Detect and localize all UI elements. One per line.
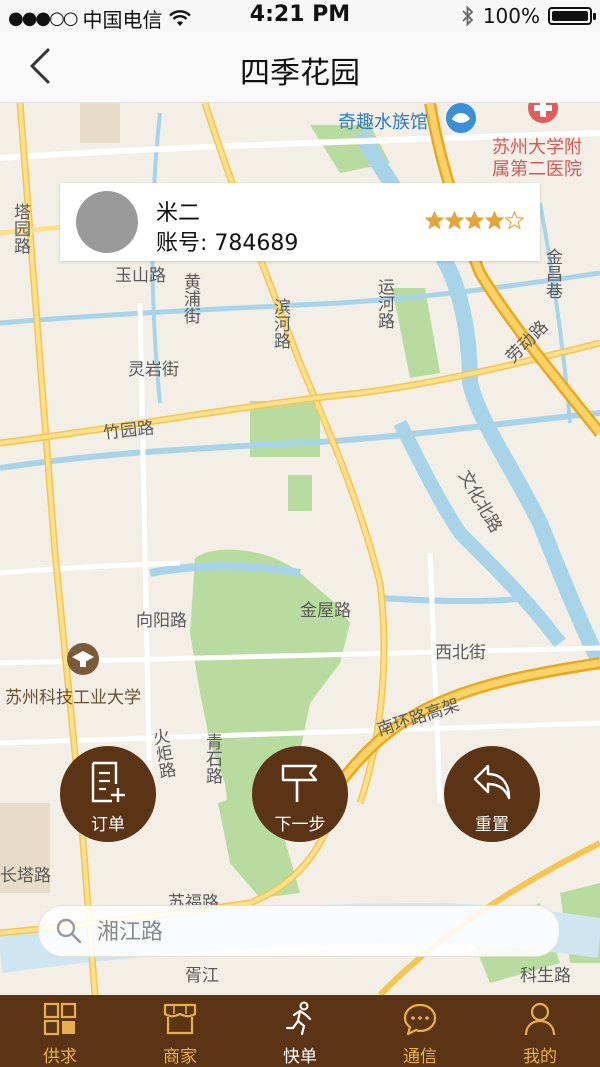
page-title: 四季花园 <box>240 56 360 91</box>
star-filled-icon <box>465 211 484 230</box>
rating-stars <box>425 211 524 230</box>
runner-icon <box>285 1001 312 1036</box>
grid-icon <box>43 1002 77 1036</box>
map-label-university: 苏州科技工业大学 <box>5 688 141 708</box>
tab-messages[interactable]: 通信 <box>360 995 480 1067</box>
search-bar[interactable] <box>38 905 560 957</box>
status-right: 100% <box>461 4 596 28</box>
next-step-label: 下一步 <box>274 815 326 835</box>
tab-label-merchants: 商家 <box>163 1047 197 1067</box>
map-label-yushan: 玉山路 <box>115 266 166 286</box>
tab-quick-order[interactable]: 快单 <box>240 995 360 1067</box>
user-card[interactable]: 米二 账号: 784689 <box>60 183 540 261</box>
battery-icon <box>548 7 596 25</box>
tab-bar: 供求 商家 快单 通信 我的 <box>0 995 600 1067</box>
map-label-jinwu: 金屋路 <box>300 601 351 621</box>
tab-label-quick-order: 快单 <box>283 1047 317 1067</box>
map-label-yunhe: 运河路 <box>374 278 394 329</box>
map-label-taoyuan: 塔园路 <box>10 203 30 254</box>
battery-percent: 100% <box>482 4 540 28</box>
star-filled-icon <box>485 211 504 230</box>
map-label-changta: 长塔路 <box>0 866 51 886</box>
next-step-button[interactable]: 下一步 <box>252 746 348 842</box>
account-number: 784689 <box>214 231 299 256</box>
reset-button[interactable]: 重置 <box>444 746 540 842</box>
map-label-binhe: 滨河路 <box>270 298 290 349</box>
tab-merchants[interactable]: 商家 <box>120 995 240 1067</box>
map-label-xujiang: 胥江 <box>185 966 219 986</box>
signpost-icon <box>281 764 318 802</box>
star-filled-icon <box>425 211 444 230</box>
map-label-aquarium: 奇趣水族馆 <box>338 112 428 133</box>
search-icon <box>56 918 82 944</box>
search-input[interactable] <box>95 914 539 950</box>
bluetooth-icon <box>462 5 474 27</box>
map-label-jinji: 金昌巷 <box>542 248 562 299</box>
person-icon <box>524 1002 556 1036</box>
tab-label-supply-demand: 供求 <box>43 1047 77 1067</box>
order-label: 订单 <box>91 815 125 835</box>
undo-icon <box>473 764 511 800</box>
status-bar: ●●●○○ 中国电信 4:21 PM 100% <box>0 0 600 32</box>
order-button[interactable]: 订单 <box>60 746 156 842</box>
map-label-xibei: 西北街 <box>435 643 486 663</box>
account-label: 账号: <box>156 231 208 256</box>
map-label-qingshi: 青石路 <box>202 733 222 784</box>
store-icon <box>163 1003 197 1035</box>
map-label-huangpu: 黄浦街 <box>180 273 200 324</box>
tab-label-mine: 我的 <box>523 1047 557 1067</box>
reset-label: 重置 <box>475 815 509 835</box>
map-label-lingyan: 灵岩街 <box>128 360 179 380</box>
tab-mine[interactable]: 我的 <box>480 995 600 1067</box>
chat-icon <box>403 1003 437 1036</box>
nav-bar: 四季花园 <box>0 32 600 103</box>
star-empty-icon <box>505 211 524 230</box>
order-icon <box>91 761 125 803</box>
map-label-hospital-2: 属第二医院 <box>492 159 582 180</box>
map-label-kesheng: 科生路 <box>520 966 571 986</box>
avatar[interactable] <box>76 191 138 253</box>
map-label-xiangyang: 向阳路 <box>136 611 187 631</box>
account-row: 账号: 784689 <box>156 225 298 257</box>
tab-supply-demand[interactable]: 供求 <box>0 995 120 1067</box>
user-name: 米二 <box>156 201 201 226</box>
map-label-zhuyuan: 竹园路 <box>102 418 156 444</box>
tab-label-messages: 通信 <box>403 1047 437 1067</box>
star-filled-icon <box>445 211 464 230</box>
